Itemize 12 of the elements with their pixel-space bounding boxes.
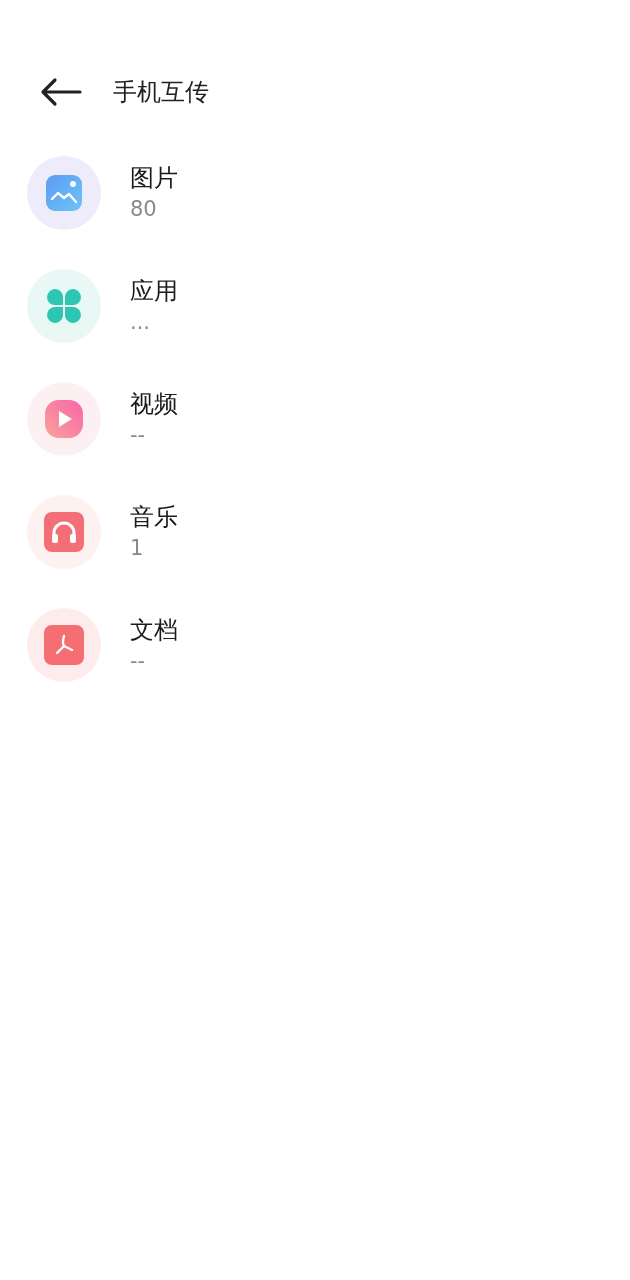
category-name[interactable]: 音乐 bbox=[130, 500, 178, 533]
item-count: -- bbox=[130, 647, 147, 675]
category-name[interactable]: 文档 bbox=[130, 613, 178, 646]
item-count: -- bbox=[130, 421, 147, 449]
item-count: 1 bbox=[130, 534, 145, 562]
item-count: 80 bbox=[130, 195, 158, 223]
category-name[interactable]: 视频 bbox=[130, 387, 178, 420]
item-count: ... bbox=[130, 308, 152, 336]
category-name[interactable]: 图片 bbox=[130, 161, 178, 194]
back-icon[interactable] bbox=[40, 77, 82, 107]
category-name[interactable]: 应用 bbox=[130, 274, 178, 307]
page-title: 手机互传 bbox=[113, 77, 209, 108]
